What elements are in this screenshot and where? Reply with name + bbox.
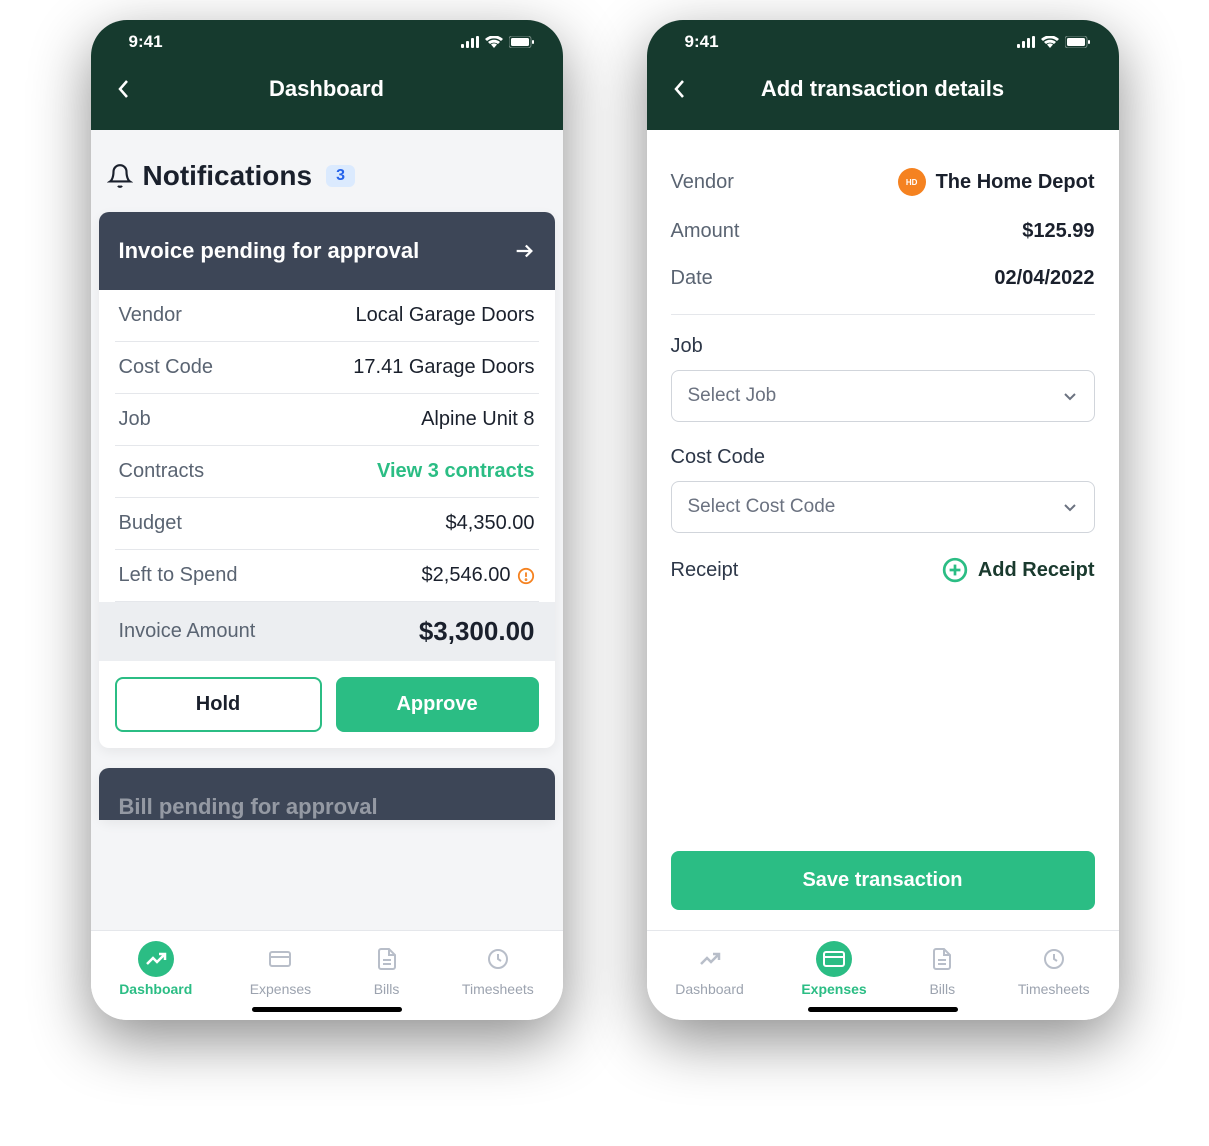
card-actions: Hold Approve [99, 661, 555, 748]
status-bar: 9:41 [91, 20, 563, 64]
bill-card-header: Bill pending for approval [99, 768, 555, 820]
page-title: Add transaction details [761, 76, 1004, 102]
phone-add-transaction: 9:41 Add transaction details Vendor HD T… [647, 20, 1119, 1020]
clock-icon [486, 947, 510, 971]
page-title: Dashboard [269, 76, 384, 102]
tab-dashboard[interactable]: Dashboard [119, 941, 192, 1020]
invoice-card: Invoice pending for approval VendorLocal… [99, 212, 555, 748]
status-time: 9:41 [129, 32, 163, 52]
file-icon [375, 947, 399, 971]
job-select[interactable]: Select Job [671, 370, 1095, 422]
status-icons [1017, 36, 1091, 48]
home-indicator [252, 1007, 402, 1012]
tab-dashboard[interactable]: Dashboard [675, 941, 744, 1020]
status-icons [461, 36, 535, 48]
notifications-count-badge: 3 [326, 165, 355, 187]
bill-card[interactable]: Bill pending for approval [99, 768, 555, 820]
invoice-card-header[interactable]: Invoice pending for approval [99, 212, 555, 290]
alert-icon [517, 567, 535, 585]
content-area: Vendor HD The Home Depot Amount $125.99 … [647, 130, 1119, 930]
invoice-amount-row: Invoice Amount$3,300.00 [99, 602, 555, 661]
contracts-row[interactable]: ContractsView 3 contracts [115, 446, 539, 498]
left-to-spend-row: Left to Spend $2,546.00 [115, 550, 539, 602]
add-receipt-button[interactable]: Add Receipt [942, 557, 1095, 583]
header: Dashboard [91, 64, 563, 130]
battery-icon [1065, 36, 1091, 48]
file-icon [930, 947, 954, 971]
chevron-down-icon [1062, 499, 1078, 515]
approve-button[interactable]: Approve [336, 677, 539, 732]
cost-code-select[interactable]: Select Cost Code [671, 481, 1095, 533]
card-icon [822, 947, 846, 971]
card-title: Invoice pending for approval [119, 238, 420, 264]
hold-button[interactable]: Hold [115, 677, 322, 732]
vendor-row: VendorLocal Garage Doors [115, 290, 539, 342]
budget-row: Budget$4,350.00 [115, 498, 539, 550]
plus-circle-icon [942, 557, 968, 583]
phone-dashboard: 9:41 Dashboard Notifications 3 Invoice p… [91, 20, 563, 1020]
signal-icon [1017, 36, 1035, 48]
card-body: VendorLocal Garage Doors Cost Code17.41 … [99, 290, 555, 661]
view-contracts-link[interactable]: View 3 contracts [377, 460, 534, 483]
bell-icon [107, 163, 133, 189]
cost-code-label: Cost Code [671, 446, 1095, 469]
status-bar: 9:41 [647, 20, 1119, 64]
chevron-down-icon [1062, 388, 1078, 404]
cost-code-row: Cost Code17.41 Garage Doors [115, 342, 539, 394]
back-button[interactable] [667, 77, 691, 101]
back-button[interactable] [111, 77, 135, 101]
job-row: JobAlpine Unit 8 [115, 394, 539, 446]
receipt-row: Receipt Add Receipt [671, 557, 1095, 583]
clock-icon [1042, 947, 1066, 971]
wifi-icon [485, 36, 503, 48]
divider [671, 314, 1095, 315]
chart-line-icon [698, 947, 722, 971]
chevron-left-icon [117, 79, 129, 99]
notifications-title: Notifications [143, 160, 313, 192]
arrow-right-icon [513, 240, 535, 262]
save-transaction-button[interactable]: Save transaction [671, 851, 1095, 910]
content-area: Notifications 3 Invoice pending for appr… [91, 130, 563, 930]
date-detail: Date 02/04/2022 [671, 255, 1095, 302]
job-label: Job [671, 335, 1095, 358]
tab-timesheets[interactable]: Timesheets [462, 941, 534, 1020]
chevron-left-icon [673, 79, 685, 99]
status-time: 9:41 [685, 32, 719, 52]
vendor-logo-icon: HD [898, 168, 926, 196]
card-icon [268, 947, 292, 971]
chart-line-icon [144, 947, 168, 971]
notifications-header: Notifications 3 [99, 156, 555, 212]
header: Add transaction details [647, 64, 1119, 130]
signal-icon [461, 36, 479, 48]
wifi-icon [1041, 36, 1059, 48]
amount-detail: Amount $125.99 [671, 208, 1095, 255]
home-indicator [808, 1007, 958, 1012]
battery-icon [509, 36, 535, 48]
vendor-detail: Vendor HD The Home Depot [671, 156, 1095, 208]
tab-timesheets[interactable]: Timesheets [1018, 941, 1090, 1020]
